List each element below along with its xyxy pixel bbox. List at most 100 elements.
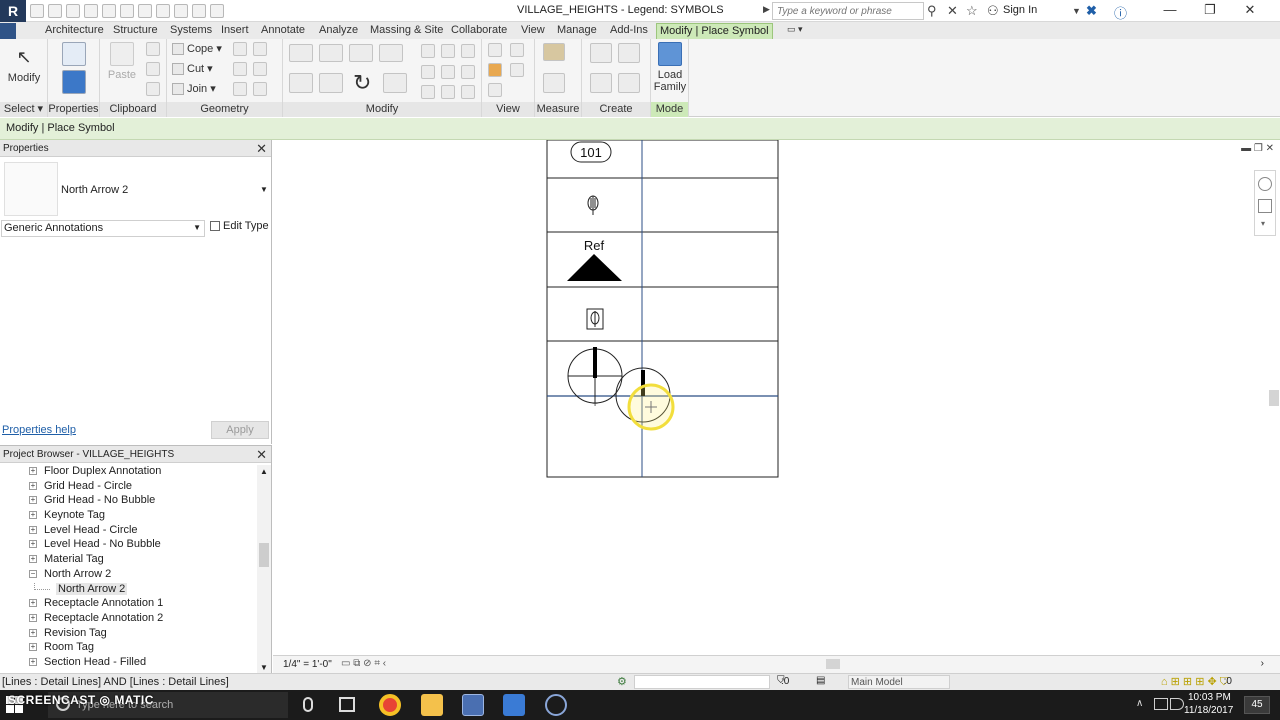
user-icon[interactable]: ⚇: [987, 3, 999, 19]
sign-in-button[interactable]: Sign In: [1003, 4, 1037, 16]
copy-element-icon[interactable]: [319, 73, 343, 93]
tab-architecture[interactable]: Architecture: [42, 23, 107, 39]
type-selector-value[interactable]: North Arrow 2: [61, 184, 128, 196]
design-option-dropdown[interactable]: [634, 675, 770, 689]
trim-multiple-icon[interactable]: [441, 85, 455, 99]
properties-filter-dropdown[interactable]: Generic Annotations ▼: [1, 220, 205, 237]
3d-view-icon[interactable]: [156, 4, 170, 18]
cope-button[interactable]: Cope ▾: [172, 42, 222, 56]
expand-icon[interactable]: +: [29, 467, 37, 475]
restore-icon[interactable]: ❐: [1254, 143, 1263, 154]
tab-modify-place-symbol[interactable]: Modify | Place Symbol: [656, 23, 773, 39]
drawing-area[interactable]: 101 Ref + ▬ ❐ ✕ ▾: [273, 140, 1280, 655]
tab-insert[interactable]: Insert: [218, 23, 252, 39]
browser-family-item[interactable]: + Level Head - No Bubble: [0, 538, 257, 553]
select-pinned-icon[interactable]: ⊞: [1183, 676, 1192, 688]
taskbar-clock-time[interactable]: 10:03 PM: [1188, 692, 1231, 703]
detail-level-icon[interactable]: ▭: [341, 658, 350, 669]
tab-systems[interactable]: Systems: [167, 23, 215, 39]
create-group-icon[interactable]: [590, 73, 612, 93]
file-explorer-icon[interactable]: [421, 694, 443, 716]
close-icon[interactable]: ✕: [256, 447, 267, 463]
tray-expand-icon[interactable]: ∧: [1136, 698, 1143, 709]
tab-massing-site[interactable]: Massing & Site: [367, 23, 446, 39]
expand-icon[interactable]: +: [29, 511, 37, 520]
geometry-tool-icon[interactable]: [233, 82, 247, 96]
browser-type-item[interactable]: North Arrow 2: [0, 582, 257, 598]
offset-icon[interactable]: [319, 44, 343, 62]
scroll-right-icon[interactable]: ›: [1261, 658, 1264, 669]
print-icon[interactable]: [102, 4, 116, 18]
select-group-label[interactable]: Select ▾: [0, 102, 47, 117]
view-scale[interactable]: 1/4" = 1'-0": [283, 659, 332, 670]
geometry-tool-icon[interactable]: [253, 62, 267, 76]
expand-icon[interactable]: +: [29, 540, 37, 549]
model-dropdown[interactable]: Main Model: [848, 675, 950, 689]
properties-help-link[interactable]: Properties help: [2, 424, 76, 436]
microphone-icon[interactable]: [303, 697, 313, 712]
favorites-star-icon[interactable]: ☆: [966, 3, 978, 19]
canvas-vertical-scrollbar[interactable]: [1266, 140, 1280, 655]
measure-icon[interactable]: [120, 4, 134, 18]
search-expand-icon[interactable]: ▶: [763, 4, 770, 15]
chevron-down-icon[interactable]: ▼: [260, 185, 268, 194]
notifications-badge[interactable]: 45: [1244, 696, 1270, 714]
split-gap-icon[interactable]: [441, 44, 455, 58]
browser-family-item[interactable]: + Revision Tag: [0, 627, 257, 642]
type-properties-icon[interactable]: [62, 42, 86, 66]
tab-add-ins[interactable]: Add-Ins: [607, 23, 651, 39]
tab-annotate[interactable]: Annotate: [258, 23, 308, 39]
geometry-tool-icon[interactable]: [253, 42, 267, 56]
revit-icon[interactable]: [462, 694, 484, 716]
canvas-vertical-scroll-thumb[interactable]: [1269, 390, 1279, 406]
close-icon[interactable]: ✕: [256, 141, 267, 157]
browser-family-item[interactable]: + Receptacle Annotation 1: [0, 597, 257, 612]
browser-family-item[interactable]: + Room Tag: [0, 641, 257, 656]
volume-icon[interactable]: [1170, 698, 1184, 710]
sign-in-dropdown-icon[interactable]: ▼: [1072, 6, 1081, 16]
delete-icon[interactable]: [461, 85, 475, 99]
mirror-axis-icon[interactable]: [349, 44, 373, 62]
binoculars-icon[interactable]: ⚲: [927, 3, 937, 19]
paste-button[interactable]: Paste: [106, 42, 138, 81]
linework-icon[interactable]: [488, 63, 502, 77]
chrome-icon[interactable]: [379, 694, 401, 716]
text-icon[interactable]: [138, 4, 152, 18]
browser-scroll-thumb[interactable]: [259, 543, 269, 567]
browser-family-item[interactable]: + Keynote Tag: [0, 509, 257, 524]
mirror-draw-icon[interactable]: [379, 44, 403, 62]
redo-icon[interactable]: [84, 4, 98, 18]
apply-button[interactable]: Apply: [211, 421, 269, 439]
cut-geometry-button[interactable]: Cut ▾: [172, 62, 213, 76]
aligned-dimension-icon[interactable]: [543, 73, 565, 93]
collapse-icon[interactable]: −: [29, 569, 37, 578]
create-similar-icon[interactable]: [618, 73, 640, 93]
editable-only-icon[interactable]: ▤: [816, 675, 825, 686]
cut-clipboard-icon[interactable]: [146, 42, 160, 56]
minimize-icon[interactable]: ▬: [1241, 143, 1251, 154]
tab-view[interactable]: View: [518, 23, 548, 39]
help-icon[interactable]: ⓘ: [1114, 3, 1127, 22]
tab-manage[interactable]: Manage: [554, 23, 600, 39]
move-icon[interactable]: [289, 73, 313, 93]
match-properties-icon[interactable]: [146, 82, 160, 96]
canvas-horizontal-scroll-thumb[interactable]: [826, 659, 840, 669]
recorder-icon[interactable]: [545, 694, 567, 716]
rotate-icon[interactable]: ↻: [353, 70, 371, 96]
edit-type-button[interactable]: Edit Type: [210, 220, 269, 232]
browser-family-item[interactable]: + Material Tag: [0, 553, 257, 568]
override-graphics-icon[interactable]: [510, 63, 524, 77]
thin-lines-icon[interactable]: [192, 4, 206, 18]
hide-element-icon[interactable]: [510, 43, 524, 57]
browser-family-item[interactable]: + Section Head - Filled: [0, 656, 257, 671]
properties-icon[interactable]: [62, 70, 86, 94]
restore-icon[interactable]: ❐: [1190, 2, 1230, 18]
task-view-icon[interactable]: [339, 697, 355, 712]
help-search-input[interactable]: [772, 2, 924, 20]
worksets-icon[interactable]: ⚙: [617, 675, 627, 688]
subscription-icon[interactable]: ✕: [947, 3, 958, 19]
browser-family-item[interactable]: + Grid Head - Circle: [0, 480, 257, 495]
expand-icon[interactable]: +: [29, 481, 37, 490]
create-parts-icon[interactable]: [590, 43, 612, 63]
split-icon[interactable]: [421, 44, 435, 58]
